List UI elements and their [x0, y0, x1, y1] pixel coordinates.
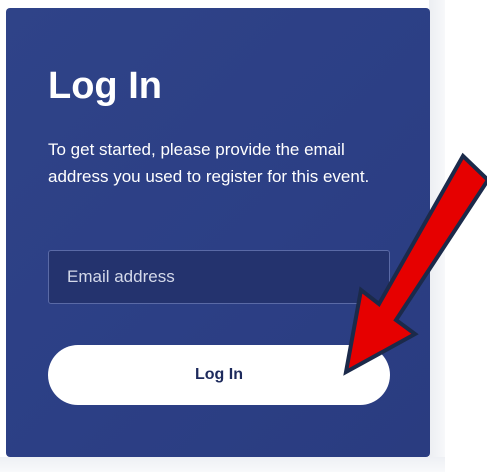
login-title: Log In [48, 65, 162, 107]
page-bottom-shadow [0, 457, 445, 472]
log-in-button[interactable]: Log In [48, 345, 390, 405]
page-edge-shadow [429, 0, 445, 472]
login-instructions: To get started, please provide the email… [48, 140, 370, 186]
email-address-input[interactable] [48, 250, 390, 304]
login-card: Log In To get started, please provide th… [6, 8, 430, 457]
